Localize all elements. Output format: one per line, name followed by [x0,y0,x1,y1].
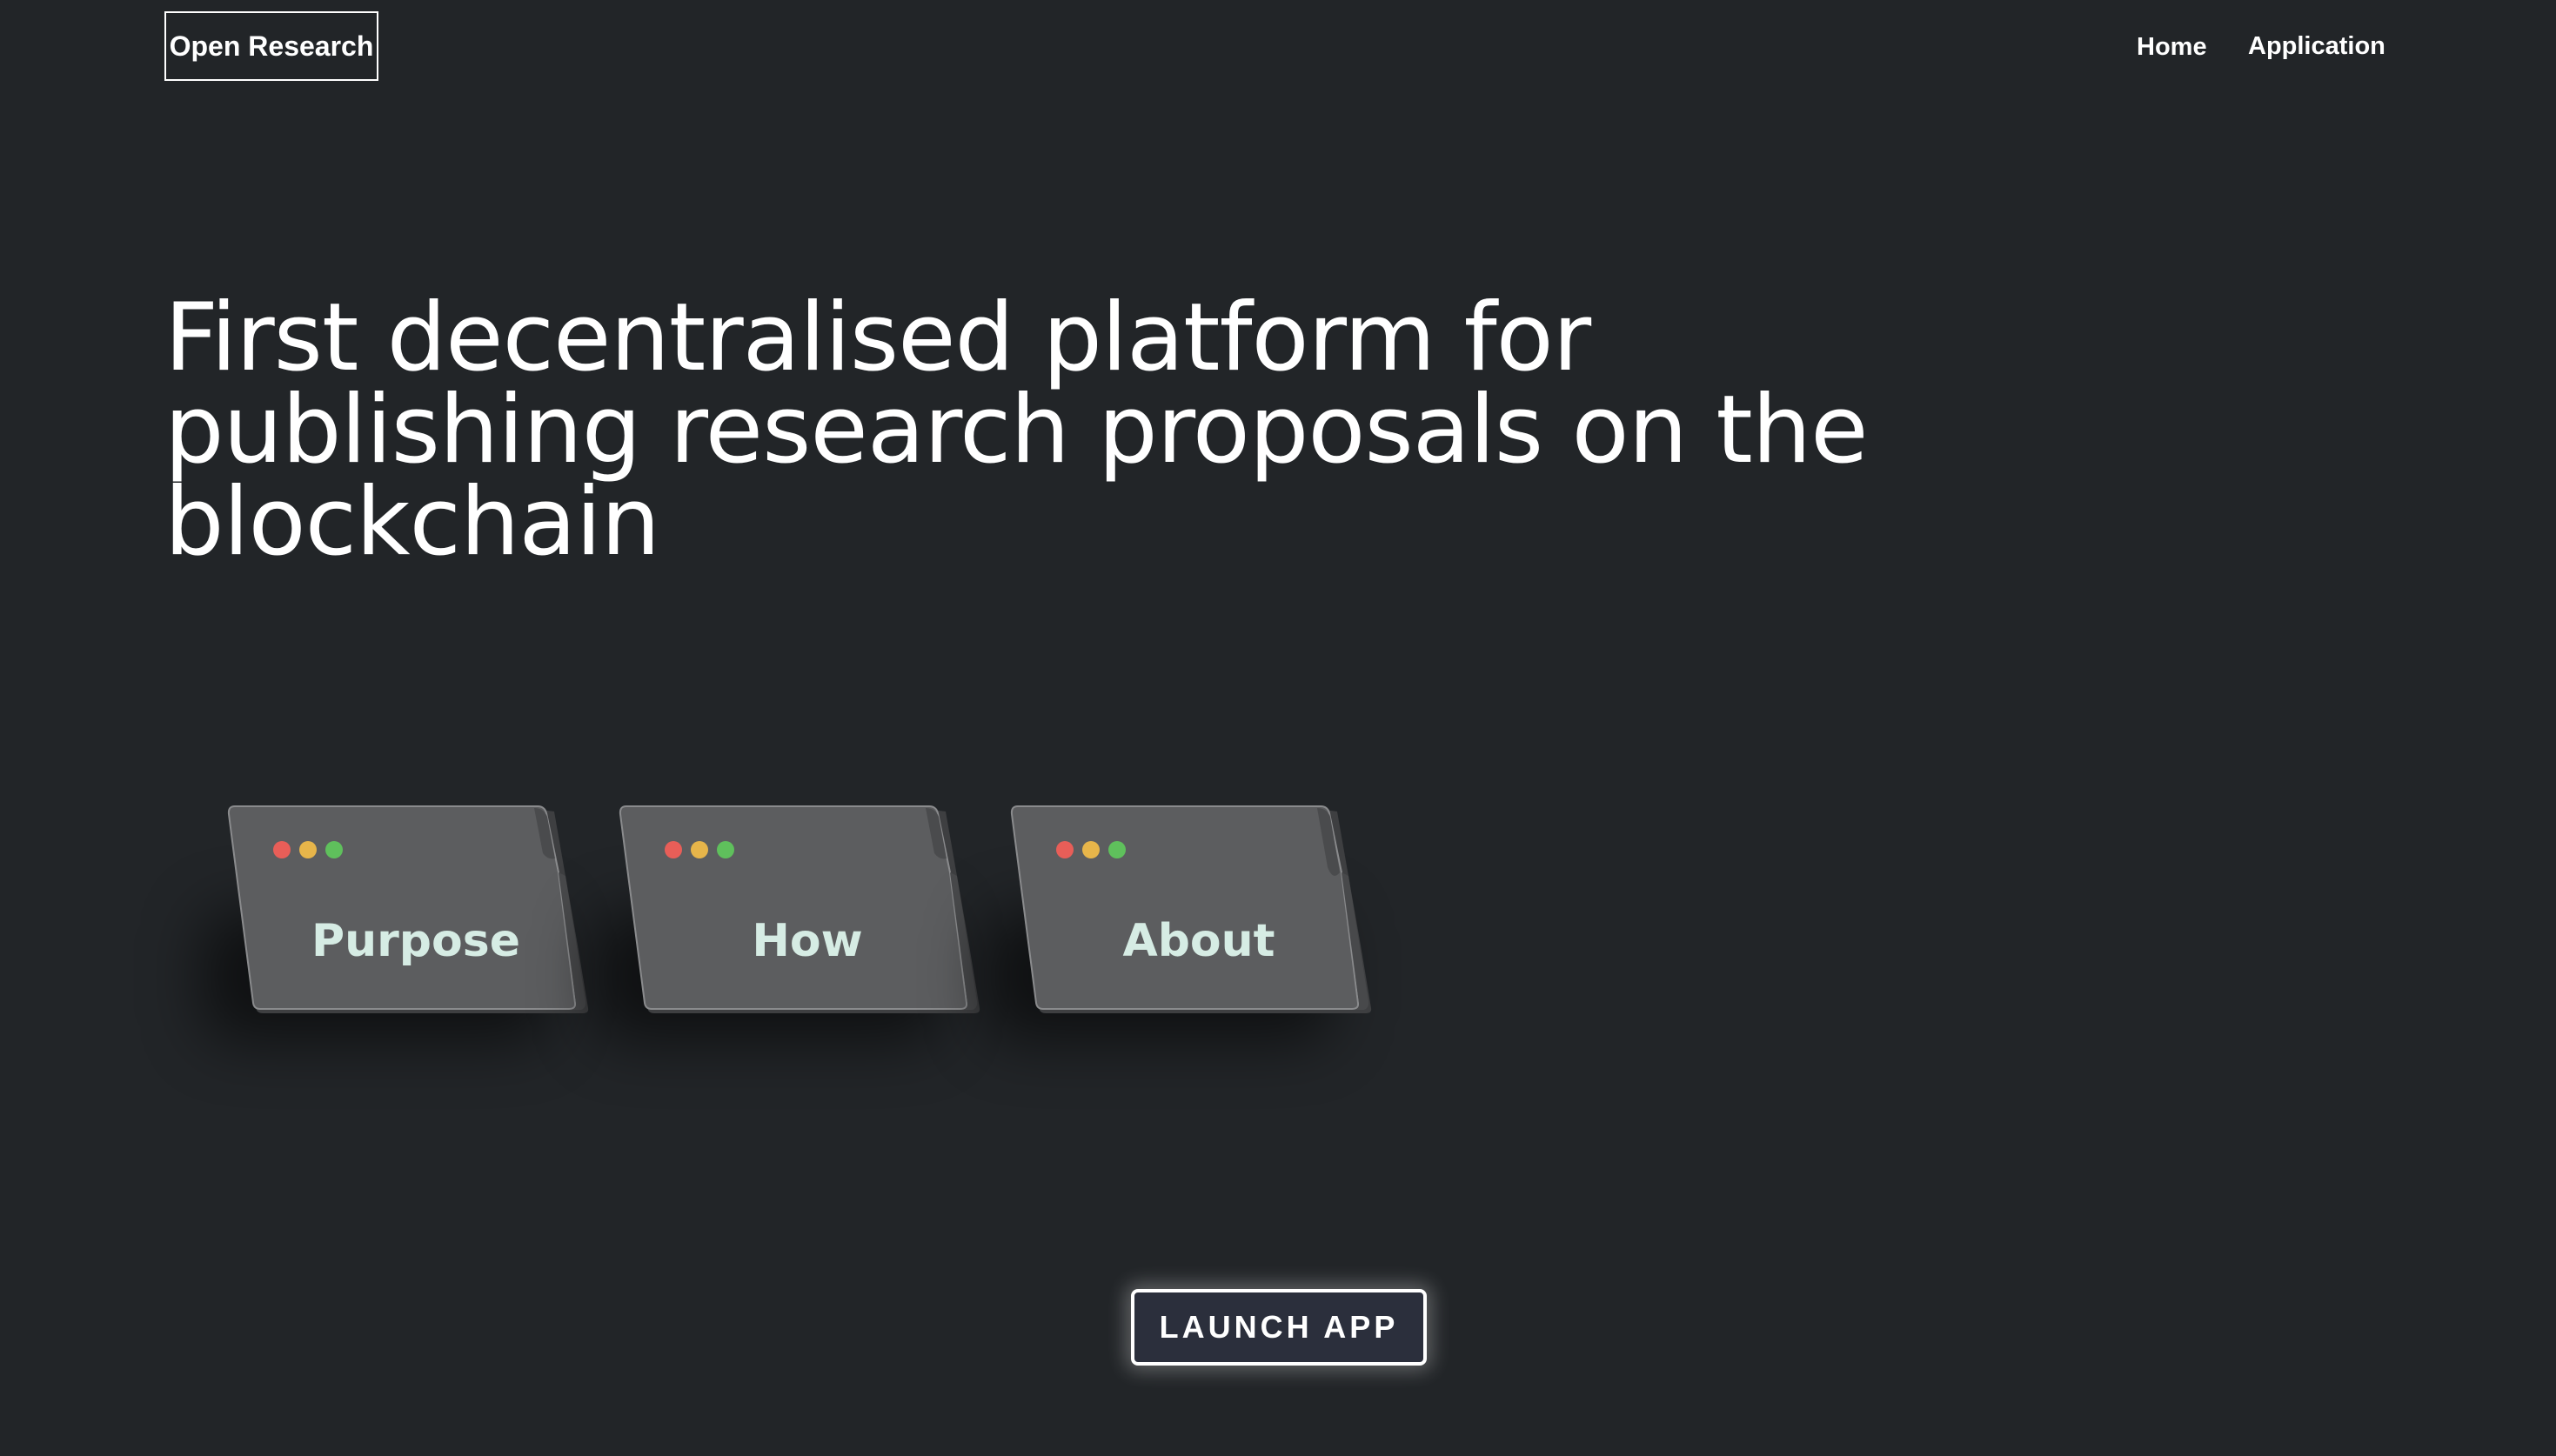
purpose-card-label: Purpose [311,915,520,967]
yellow-dot [1082,841,1100,858]
red-dot [1056,841,1074,858]
card-window: About [1010,805,1372,1013]
how-card[interactable]: How [593,805,980,1041]
logo-link[interactable]: Open Research [164,11,378,81]
green-dot [717,841,734,858]
card-window-shape [227,805,589,1013]
red-dot [273,841,291,858]
hero-heading: First decentralised platform for publish… [164,284,1869,577]
yellow-dot [299,841,317,858]
nav-home-link[interactable]: Home [2137,30,2207,64]
purpose-card[interactable]: Purpose [202,805,589,1041]
card-window-shape [1010,805,1372,1013]
card-window: How [619,805,980,1013]
about-card-label: About [1122,915,1275,967]
card-window-shape [619,805,980,1013]
card-window: Purpose [227,805,589,1013]
how-card-label: How [752,915,863,967]
green-dot [1108,841,1126,858]
about-card[interactable]: About [985,805,1372,1041]
nav-application-link[interactable]: Application [2248,29,2385,63]
red-dot [665,841,682,858]
green-dot [325,841,343,858]
launch-app-button[interactable]: LAUNCH APP [1131,1289,1427,1366]
yellow-dot [691,841,708,858]
